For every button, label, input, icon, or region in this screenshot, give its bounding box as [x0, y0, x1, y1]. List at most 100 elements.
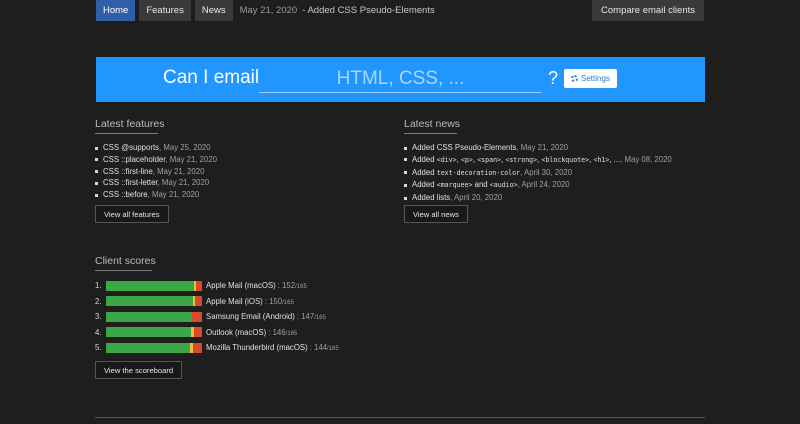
score-max: /165: [327, 346, 339, 353]
score-row[interactable]: 1. Apple Mail (macOS): 152/165: [95, 278, 339, 294]
news-date: , April 30, 2020: [520, 167, 573, 177]
score-value: : 150/165: [264, 296, 294, 306]
score-bar-unsupported: [191, 311, 202, 322]
score-value: : 146/165: [268, 327, 298, 337]
score-value: : 147/165: [296, 312, 326, 322]
latest-features-title: Latest features: [95, 118, 165, 130]
score-bar-supported: [106, 311, 192, 322]
latest-features-list: CSS @supports, May 25, 2020 CSS ::placeho…: [95, 142, 217, 201]
feature-list-item[interactable]: CSS ::first-letter, May 21, 2020: [95, 177, 217, 189]
nav-latest-news[interactable]: May 21, 2020 - Added CSS Pseudo-Elements: [240, 0, 435, 21]
feature-name-link[interactable]: CSS ::placeholder: [103, 155, 165, 164]
feature-date: , May 21, 2020: [157, 178, 210, 188]
feature-list-item[interactable]: CSS ::before, May 21, 2020: [95, 189, 217, 201]
score-rank: 3.: [95, 312, 102, 322]
score-max: /165: [314, 315, 326, 322]
settings-button[interactable]: Settings: [564, 69, 617, 88]
nav-news-button[interactable]: News: [194, 0, 233, 21]
score-bar-unsupported: [196, 280, 202, 291]
view-scoreboard-button[interactable]: View the scoreboard: [95, 361, 183, 379]
latest-news-title: Latest news: [404, 118, 461, 130]
news-date: , May 21, 2020: [516, 143, 569, 152]
search-question-mark: ?: [548, 68, 559, 88]
latest-news-list: Added CSS Pseudo-Elements, May 21, 2020 A…: [404, 142, 672, 204]
search-label: Can I email: [163, 67, 260, 88]
score-client-name[interactable]: Outlook (macOS): [206, 328, 266, 337]
client-scores-list: 1. Apple Mail (macOS): 152/165 2. Apple Mai…: [95, 278, 339, 356]
news-title-link[interactable]: Added <div>, <p>, <span>, <strong>, <blo…: [412, 155, 620, 164]
score-value: : 144/165: [309, 343, 339, 353]
feature-list-item[interactable]: CSS @supports, May 25, 2020: [95, 142, 217, 154]
news-list-item[interactable]: Added CSS Pseudo-Elements, May 21, 2020: [404, 142, 672, 154]
score-rank: 4.: [95, 327, 102, 337]
score-bar: [106, 327, 202, 338]
news-text-fragment: Added: [412, 154, 437, 164]
score-max: /165: [295, 284, 307, 291]
score-row[interactable]: 2. Apple Mail (iOS): 150/165: [95, 294, 339, 310]
view-all-features-button[interactable]: View all features: [95, 205, 169, 223]
feature-date: , May 21, 2020: [152, 166, 205, 176]
news-code-fragment: <h1>: [593, 155, 610, 164]
score-client-name[interactable]: Mozilla Thunderbird (macOS): [206, 343, 308, 352]
score-bar: [106, 280, 202, 291]
news-title-link[interactable]: Added text-decoration-color: [412, 168, 520, 177]
news-title-link[interactable]: Added <marquee> and <audio>: [412, 180, 518, 189]
score-client-name[interactable]: Apple Mail (iOS): [206, 297, 263, 306]
feature-list-item[interactable]: CSS ::placeholder, May 21, 2020: [95, 154, 217, 166]
news-text-fragment: Added: [412, 167, 437, 177]
news-title-link[interactable]: Added lists: [412, 193, 450, 202]
feature-list-item[interactable]: CSS ::first-line, May 21, 2020: [95, 166, 217, 178]
news-code-fragment: <div>: [436, 155, 457, 164]
score-client-name[interactable]: Samsung Email (Android): [206, 312, 295, 321]
score-row[interactable]: 3. Samsung Email (Android): 147/165: [95, 309, 339, 325]
news-date: , April 20, 2020: [450, 193, 503, 203]
score-bar-supported: [106, 280, 195, 291]
score-bar-unsupported: [192, 342, 202, 353]
news-text-fragment: Added lists: [412, 193, 451, 203]
view-all-news-button[interactable]: View all news: [404, 205, 468, 223]
score-bar-supported: [106, 327, 191, 338]
news-list-item[interactable]: Added lists, April 20, 2020: [404, 192, 672, 204]
feature-name-link[interactable]: CSS @supports: [103, 143, 159, 152]
latest-news-underline: [404, 133, 457, 134]
news-code-fragment: <span>: [477, 155, 502, 164]
news-text-fragment: and: [472, 180, 490, 190]
footer-divider: [95, 417, 705, 418]
feature-name-link[interactable]: CSS ::first-letter: [103, 178, 158, 187]
score-bar-supported: [106, 296, 194, 307]
score-bar-unsupported: [193, 327, 202, 338]
score-bar: [106, 342, 202, 353]
news-date: , April 24, 2020: [517, 180, 570, 190]
feature-name-link[interactable]: CSS ::before: [103, 190, 148, 199]
news-code-fragment: text-decoration-color: [436, 168, 521, 177]
nav-features-button[interactable]: Features: [139, 0, 191, 21]
score-row[interactable]: 5. Mozilla Thunderbird (macOS): 144/165: [95, 340, 339, 356]
news-text-fragment: Added: [412, 180, 437, 190]
news-code-fragment: <audio>: [489, 181, 518, 190]
feature-date: , May 25, 2020: [159, 143, 211, 152]
compare-clients-button[interactable]: Compare email clients: [592, 0, 704, 21]
score-client-name[interactable]: Apple Mail (macOS): [206, 281, 276, 290]
top-nav: Home Features News May 21, 2020 - Added …: [96, 0, 704, 21]
search-input[interactable]: [259, 66, 542, 93]
news-list-item[interactable]: Added text-decoration-color, April 30, 2…: [404, 167, 672, 180]
score-rank: 5.: [95, 343, 102, 353]
score-rank: 2.: [95, 296, 102, 306]
feature-name-link[interactable]: CSS ::first-line: [103, 167, 153, 176]
score-bar-supported: [106, 342, 190, 353]
score-row[interactable]: 4. Outlook (macOS): 146/165: [95, 325, 339, 341]
score-max: /165: [285, 330, 298, 337]
news-list-item[interactable]: Added <marquee> and <audio>, April 24, 2…: [404, 179, 672, 192]
news-title-link[interactable]: Added CSS Pseudo-Elements: [412, 143, 516, 152]
news-list-item[interactable]: Added <div>, <p>, <span>, <strong>, <blo…: [404, 154, 672, 167]
nav-latest-news-date: May 21, 2020: [239, 5, 298, 16]
nav-home-button[interactable]: Home: [96, 0, 136, 21]
score-bar: [106, 311, 202, 322]
news-date: , May 08, 2020: [620, 154, 672, 164]
gear-icon: [571, 75, 578, 82]
settings-label: Settings: [581, 74, 610, 83]
score-max: /165: [282, 299, 294, 306]
news-text-fragment: , ...: [609, 154, 621, 164]
score-value: : 152/165: [277, 281, 307, 291]
client-scores-underline: [95, 270, 152, 271]
